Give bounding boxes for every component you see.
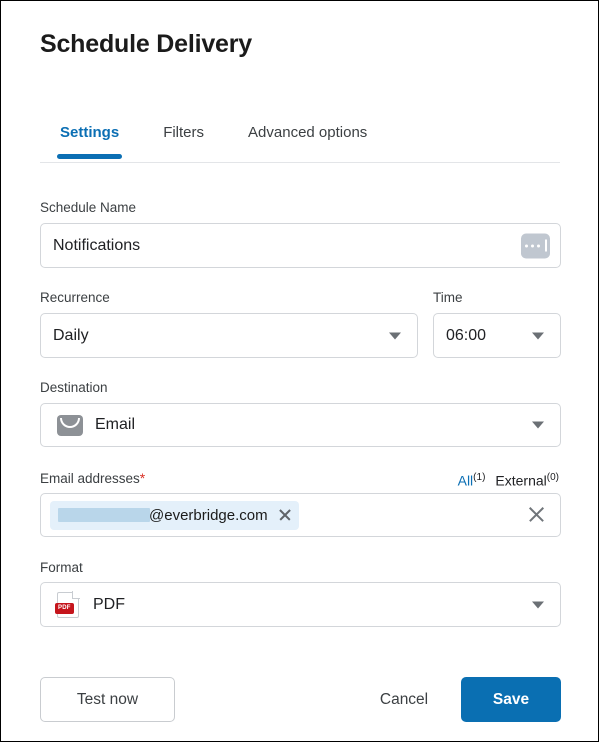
chevron-down-icon [532,601,544,608]
chevron-down-icon [532,421,544,429]
recurrence-value: Daily [53,326,89,344]
destination-label: Destination [40,380,108,395]
email-addresses-label-text: Email addresses [40,471,140,486]
toggle-external-count: (0) [546,472,559,483]
schedule-name-label: Schedule Name [40,200,137,215]
tab-settings-label: Settings [60,124,120,141]
schedule-name-input[interactable]: Notifications [40,223,561,268]
clear-field-icon[interactable] [527,506,546,525]
toggle-external[interactable]: External [495,473,546,489]
recurrence-select[interactable]: Daily [40,313,418,358]
save-button[interactable]: Save [461,677,561,722]
recurrence-label: Recurrence [40,290,110,305]
email-addresses-toggles: All(1) External(0) [458,469,559,490]
test-now-button[interactable]: Test now [40,677,175,722]
toggle-all-label: All [457,472,474,489]
chevron-down-icon [389,332,401,339]
time-select[interactable]: 06:00 [433,313,561,358]
email-addresses-label: Email addresses* [40,469,145,488]
time-value: 06:00 [446,326,487,344]
schedule-name-value: Notifications [53,236,141,254]
tab-filters-label: Filters [163,124,205,141]
format-label: Format [40,560,83,575]
chevron-down-icon [532,332,544,339]
pdf-file-icon: PDF [55,590,80,618]
tab-advanced-options-label: Advanced options [248,124,368,141]
destination-value: Email [95,416,136,433]
toggle-external-label: External [495,472,547,489]
tab-bar: Settings Filters Advanced options [40,123,560,163]
required-marker: * [139,470,146,486]
email-addresses-input[interactable]: @everbridge.com [40,493,561,537]
cancel-button[interactable]: Cancel [359,677,449,722]
tab-settings[interactable]: Settings [56,123,123,159]
email-chip[interactable]: @everbridge.com [50,500,299,530]
email-chip-text: @everbridge.com [149,506,268,524]
redaction-bar [58,508,150,522]
tab-advanced-options[interactable]: Advanced options [248,123,367,157]
format-value: PDF [93,595,125,613]
ellipsis-icon[interactable] [521,233,550,258]
time-label: Time [433,290,463,305]
format-select[interactable]: PDF PDF [40,582,561,627]
remove-email-chip-icon[interactable] [278,508,292,522]
tab-filters[interactable]: Filters [163,123,204,157]
toggle-all-count: (1) [473,472,486,483]
toggle-all[interactable]: All [458,473,474,489]
envelope-icon [57,414,83,436]
destination-select[interactable]: Email [40,403,561,447]
page-title: Schedule Delivery [40,30,252,58]
schedule-delivery-dialog: Schedule Delivery Settings Filters Advan… [0,0,599,742]
